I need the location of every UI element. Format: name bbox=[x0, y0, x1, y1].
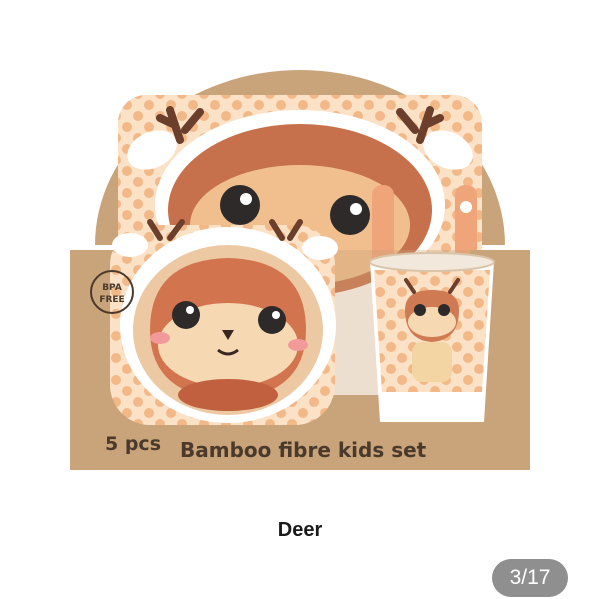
bpa-badge-line2: FREE bbox=[99, 295, 124, 305]
product-illustration: BPA FREE 5 pcs Bamboo fibre kids set bbox=[70, 70, 530, 470]
product-image: BPA FREE 5 pcs Bamboo fibre kids set bbox=[0, 0, 600, 500]
cup bbox=[369, 252, 495, 422]
gallery-page-indicator: 3/17 bbox=[492, 559, 568, 597]
variant-caption: Deer bbox=[277, 519, 323, 541]
box-count-label: 5 pcs bbox=[105, 433, 161, 455]
bpa-badge-line1: BPA bbox=[102, 283, 122, 293]
box-title: Bamboo fibre kids set bbox=[180, 438, 427, 462]
